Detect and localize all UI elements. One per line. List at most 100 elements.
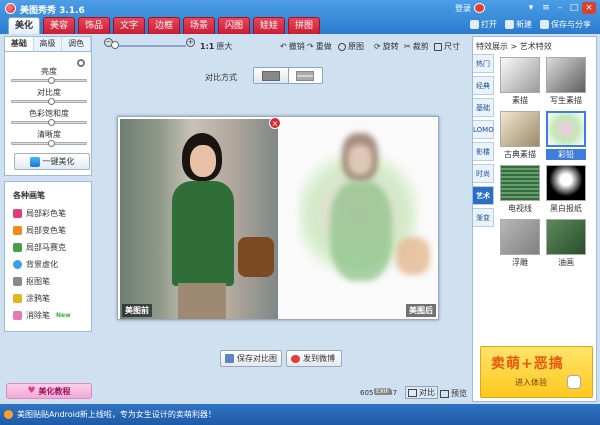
effect-colored-pencil[interactable]: 彩铅 <box>546 111 586 160</box>
brush-doodle[interactable]: 涂鸦笔 <box>13 293 50 304</box>
tab-advanced[interactable]: 高级 <box>33 37 63 51</box>
slider-label: 清晰度 <box>37 130 61 139</box>
effect-thumbnail <box>500 111 540 147</box>
auto-beautify-button[interactable]: 一键美化 <box>14 153 90 170</box>
category-studio[interactable]: 影楼 <box>473 142 494 161</box>
redo-icon: ↷ <box>307 42 314 51</box>
compare-mode-button[interactable]: 对比 <box>405 386 438 399</box>
tab-beauty[interactable]: 美容 <box>43 17 75 34</box>
crop-label: 裁剪 <box>412 42 429 51</box>
minimize-button[interactable]: – <box>553 2 567 14</box>
tab-color[interactable]: 调色 <box>62 37 92 51</box>
brush-local-recolor[interactable]: 局部变色笔 <box>13 225 66 236</box>
zoom-slider[interactable] <box>114 45 186 47</box>
brush-blur-bg[interactable]: 背景虚化 <box>13 259 58 270</box>
rotate-button[interactable]: ⟳ 旋转 <box>374 41 399 52</box>
redo-button[interactable]: ↷ 重做 <box>307 41 332 52</box>
zoom-thumb[interactable] <box>111 41 119 49</box>
effect-bw-newspaper[interactable]: 黑白报纸 <box>546 165 586 214</box>
shorts <box>178 283 226 319</box>
effect-emboss[interactable]: 浮雕 <box>500 219 540 268</box>
effect-live-sketch[interactable]: 写生素描 <box>546 57 586 106</box>
before-image[interactable]: 美图前 <box>120 119 280 319</box>
slider-track[interactable] <box>11 140 87 147</box>
after-caption: 美图后 <box>406 304 436 317</box>
effect-categories: 热门 经典 基础 LOMO 影楼 时尚 艺术 渐变 <box>473 54 494 230</box>
slider-thumb[interactable] <box>48 77 55 84</box>
tab-scene[interactable]: 场景 <box>183 17 215 34</box>
slider-track[interactable] <box>11 98 87 105</box>
category-lomo[interactable]: LOMO <box>473 120 494 139</box>
undo-button[interactable]: ↶ 撤销 <box>280 41 305 52</box>
category-fashion[interactable]: 时尚 <box>473 164 494 183</box>
tab-basic[interactable]: 基础 <box>5 37 34 51</box>
compare-stacked-button[interactable] <box>289 68 323 83</box>
login-link[interactable]: 登录 <box>455 3 471 14</box>
heart-icon: ♥ <box>27 386 36 396</box>
slider-thumb[interactable] <box>48 98 55 105</box>
original-image-button[interactable]: 原图 <box>338 41 364 52</box>
tab-text[interactable]: 文字 <box>113 17 145 34</box>
exif-badge[interactable]: EXIF <box>374 388 392 395</box>
effect-tv-lines[interactable]: 电视线 <box>500 165 540 214</box>
preview-mode-label: 预览 <box>451 389 467 398</box>
category-classic[interactable]: 经典 <box>473 76 494 95</box>
rotate-label: 旋转 <box>382 42 399 51</box>
send-weibo-button[interactable]: 发到微博 <box>286 350 342 367</box>
tab-doll[interactable]: 娃娃 <box>253 17 285 34</box>
brush-label: 消除笔 <box>26 311 50 320</box>
open-button[interactable]: 打开 <box>470 19 497 30</box>
tab-border[interactable]: 边框 <box>148 17 180 34</box>
close-button[interactable]: × <box>582 2 596 14</box>
tab-beautify[interactable]: 美化 <box>8 17 40 34</box>
category-basic[interactable]: 基础 <box>473 98 494 117</box>
slider-label: 亮度 <box>41 67 57 76</box>
save-share-button[interactable]: 保存与分享 <box>540 19 591 30</box>
resize-button[interactable]: 尺寸 <box>434 41 460 52</box>
new-button[interactable]: 新建 <box>505 19 532 30</box>
effect-sketch[interactable]: 素描 <box>500 57 540 106</box>
promo-banner[interactable]: 卖萌+恶搞 进入体验 <box>480 346 593 398</box>
sketch-face <box>348 145 372 175</box>
brush-label: 涂鸦笔 <box>26 294 50 303</box>
crop-button[interactable]: ✂ 裁剪 <box>404 41 429 52</box>
brush-mosaic[interactable]: 局部马赛克 <box>13 242 66 253</box>
slider-saturation: 色彩饱和度 <box>11 108 87 126</box>
effect-thumbnail <box>500 165 540 201</box>
slider-thumb[interactable] <box>48 140 55 147</box>
color-brush-icon <box>13 209 22 218</box>
slider-thumb[interactable] <box>48 119 55 126</box>
slider-track[interactable] <box>11 77 87 84</box>
category-art[interactable]: 艺术 <box>473 186 494 205</box>
brush-cutout[interactable]: 抠图笔 <box>13 276 50 287</box>
effect-thumbnail <box>546 57 586 93</box>
zoom-ratio: 1:1 <box>200 42 215 51</box>
original-size-button[interactable]: 1:1 原大 <box>200 41 232 52</box>
effect-oil-painting[interactable]: 油画 <box>546 219 586 268</box>
skin-icon[interactable]: ▾ <box>524 2 538 14</box>
face <box>190 145 216 177</box>
original-size-label: 原大 <box>216 42 233 51</box>
maximize-button[interactable]: □ <box>567 2 581 14</box>
preview-mode-button[interactable]: 预览 <box>440 388 467 399</box>
brush-eraser[interactable]: 消除笔 New <box>13 310 71 321</box>
status-message[interactable]: 美图贴贴Android新上线啦，专为女生设计的卖萌利器！ <box>17 409 216 420</box>
menu-icon[interactable]: ≡ <box>539 2 553 14</box>
category-gradient[interactable]: 渐变 <box>473 208 494 227</box>
category-hot[interactable]: 热门 <box>473 54 494 73</box>
zoom-in-icon[interactable]: + <box>186 38 195 47</box>
brush-local-color[interactable]: 局部彩色笔 <box>13 208 66 219</box>
save-compare-button[interactable]: 保存对比图 <box>220 350 282 367</box>
close-compare-icon[interactable]: × <box>269 117 281 129</box>
weibo-icon[interactable] <box>474 3 485 13</box>
tab-accessories[interactable]: 饰品 <box>78 17 110 34</box>
slider-track[interactable] <box>11 119 87 126</box>
compare-side-by-side-button[interactable] <box>254 68 289 83</box>
effect-classic-sketch[interactable]: 古典素描 <box>500 111 540 160</box>
tab-flash[interactable]: 闪图 <box>218 17 250 34</box>
sketch-body <box>330 181 392 281</box>
after-image[interactable]: 美图后 <box>278 119 438 319</box>
effect-label: 写生素描 <box>550 96 582 105</box>
tab-collage[interactable]: 拼图 <box>288 17 320 34</box>
tutorial-button[interactable]: ♥ 美化教程 <box>6 383 92 399</box>
